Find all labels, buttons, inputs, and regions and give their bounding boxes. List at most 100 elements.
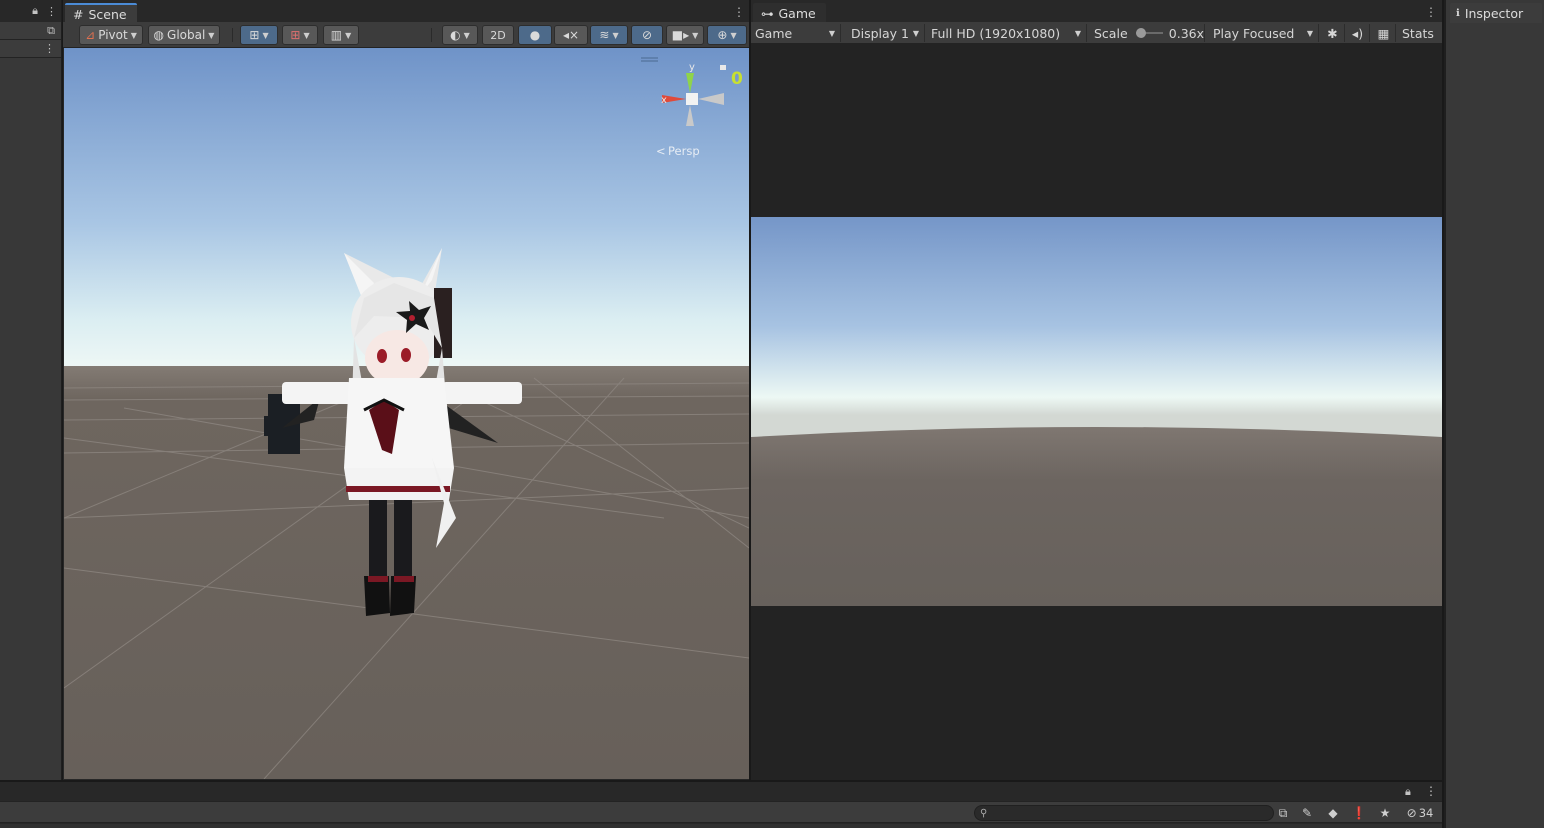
camera-dropdown[interactable]: ■▸ ▼ (666, 25, 704, 45)
draw-mode-dropdown[interactable]: ◐ ▼ (442, 25, 478, 45)
lock-icon[interactable]: 🔒︎ (1405, 785, 1411, 799)
chevron-down-icon: ▼ (463, 30, 470, 40)
tab-inspector-label: Inspector (1464, 5, 1524, 21)
grid-icon: # (73, 6, 84, 22)
gizmo-counter: 0 (731, 69, 743, 89)
lightbulb-icon: ● (529, 28, 541, 42)
resolution-select[interactable]: Full HD (1920x1080) ▼ (927, 24, 1087, 42)
play-mode-select[interactable]: Play Focused ▼ (1209, 24, 1319, 42)
kebab-menu-icon[interactable]: ⋮ (1425, 6, 1437, 18)
hierarchy-tabbar: 🔒︎ ⋮ (0, 0, 61, 22)
hidden-count: 34 (1418, 806, 1434, 820)
gamepad-icon: ⊶ (761, 5, 774, 21)
gizmo-x-label: x (661, 95, 667, 106)
effects-dropdown[interactable]: ≋ ▼ (590, 25, 628, 45)
global-label: Global (167, 28, 206, 42)
layers-icon: ≋ (599, 28, 610, 42)
game-render (751, 217, 1442, 606)
kebab-menu-icon[interactable]: ⋮ (46, 5, 57, 18)
gizmo-y-label: y (689, 62, 695, 73)
chevron-down-icon: ▼ (1074, 29, 1081, 38)
bug-icon: ✱ (1327, 25, 1338, 41)
grid-snap-icon: ⊞ (249, 28, 260, 42)
lock-icon[interactable]: 🔒︎ (32, 4, 38, 18)
brush-icon[interactable]: ✎ (1298, 805, 1316, 821)
gizmos-dropdown[interactable]: ⊕ ▼ (707, 25, 747, 45)
scene-toolbar: ⊿ Pivot ▼ ◍ Global ▼ ⊞ ▼ ⊞ ▼ ▥ ▼ ◐ ▼ 2D (63, 22, 749, 48)
chevron-down-icon: ▼ (208, 30, 215, 40)
scale-slider[interactable] (1135, 28, 1163, 38)
stats-button[interactable]: Stats (1398, 24, 1438, 42)
bug-toggle[interactable]: ✱ (1321, 24, 1345, 42)
scene-panel: # Scene ⋮ ⊿ Pivot ▼ ◍ Global ▼ ⊞ ▼ ⊞ ▼ ▥… (63, 0, 749, 780)
toggle-2d-button[interactable]: 2D (482, 25, 514, 45)
game-view-select[interactable]: Game ▼ (751, 24, 841, 42)
tab-game[interactable]: ⊶ Game (753, 3, 826, 23)
tab-scene-label: Scene (88, 6, 127, 22)
toolbar-divider (232, 28, 233, 42)
audio-toggle[interactable]: ◂× (554, 25, 588, 45)
tag-icon[interactable]: ◆ (1324, 805, 1342, 821)
speaker-muted-icon: ◂× (562, 28, 580, 42)
inspector-panel: ℹ Inspector (1444, 0, 1544, 828)
kebab-menu-icon[interactable]: ⋮ (1425, 784, 1437, 798)
gizmo-grid-toggle[interactable]: ▦ (1372, 24, 1396, 42)
scale-label: Scale (1094, 25, 1128, 41)
kebab-menu-icon[interactable]: ⋮ (733, 6, 745, 18)
persp-arrow-icon: < (656, 144, 666, 158)
display-select[interactable]: Display 1 ▼ (847, 24, 925, 42)
hidden-objects-toggle[interactable]: ⊘ 34 (1402, 805, 1438, 821)
console-panel: 🔒︎ ⋮ ⚲ ⧉ ✎ ◆ ❗ ★ ⊘ 34 (0, 781, 1442, 828)
lighting-toggle[interactable]: ● (518, 25, 552, 45)
chevron-down-icon: ▼ (1306, 29, 1313, 38)
scale-value: 0.36x (1168, 25, 1204, 41)
scene-search-icon[interactable]: ⧉ (47, 24, 55, 38)
ruler-snap-button[interactable]: ▥ ▼ (323, 25, 359, 45)
scene-viewport[interactable]: x y 0 Persp < (64, 48, 749, 779)
snap-icon: ⊞ (290, 28, 301, 42)
chevron-down-icon: ▼ (303, 30, 310, 40)
game-view[interactable] (751, 44, 1442, 780)
chevron-down-icon: ▼ (130, 30, 137, 40)
grid-snap-button[interactable]: ⊞ ▼ (240, 25, 278, 45)
display-select-label: Display 1 (851, 25, 910, 41)
globe-icon: ◍ (153, 28, 165, 42)
console-toolbar: ⚲ ⧉ ✎ ◆ ❗ ★ ⊘ 34 (0, 801, 1442, 823)
table-icon: ▦ (1377, 25, 1390, 41)
ruler-icon: ▥ (330, 28, 343, 42)
scene-render: x y 0 Persp < (64, 48, 749, 779)
chevron-down-icon: ▼ (612, 30, 619, 40)
scale-slider-thumb[interactable] (1135, 28, 1146, 38)
gizmo-icon: ⊕ (717, 28, 728, 42)
stats-label: Stats (1402, 25, 1434, 41)
persp-label[interactable]: Persp (668, 144, 700, 158)
tab-game-label: Game (778, 5, 816, 21)
tab-scene[interactable]: # Scene (65, 3, 137, 23)
star-icon[interactable]: ★ (1376, 805, 1394, 821)
hierarchy-toolbar: ⧉ (0, 22, 61, 40)
speaker-icon: ◂) (1351, 25, 1364, 41)
chevron-down-icon: ▼ (262, 30, 269, 40)
hierarchy-panel: 🔒︎ ⋮ ⧉ ⋮ (0, 0, 62, 780)
eye-slash-icon: ⊘ (641, 28, 653, 42)
scene-visibility-toggle[interactable]: ⊘ (631, 25, 663, 45)
toolbar-divider (431, 28, 432, 42)
camera-icon: ■▸ (671, 28, 690, 42)
hierarchy-scene-row[interactable]: ⋮ (0, 40, 61, 58)
toggle-2d-label: 2D (490, 28, 506, 42)
open-log-icon[interactable]: ⧉ (1274, 805, 1292, 821)
console-search-input[interactable]: ⚲ (974, 805, 1274, 821)
audio-mute-toggle[interactable]: ◂) (1346, 24, 1370, 42)
chevron-down-icon: ▼ (730, 30, 737, 40)
increment-snap-button[interactable]: ⊞ ▼ (282, 25, 318, 45)
chevron-down-icon: ▼ (912, 29, 919, 38)
resolution-select-label: Full HD (1920x1080) (931, 25, 1061, 41)
global-dropdown[interactable]: ◍ Global ▼ (148, 25, 220, 45)
warning-icon[interactable]: ❗ (1350, 805, 1368, 821)
console-body (0, 824, 1442, 828)
search-icon: ⚲ (980, 807, 988, 819)
gizmo-lock-icon[interactable] (720, 65, 726, 70)
kebab-menu-icon[interactable]: ⋮ (44, 42, 55, 55)
tab-inspector[interactable]: ℹ Inspector (1450, 3, 1542, 23)
pivot-dropdown[interactable]: ⊿ Pivot ▼ (79, 25, 143, 45)
